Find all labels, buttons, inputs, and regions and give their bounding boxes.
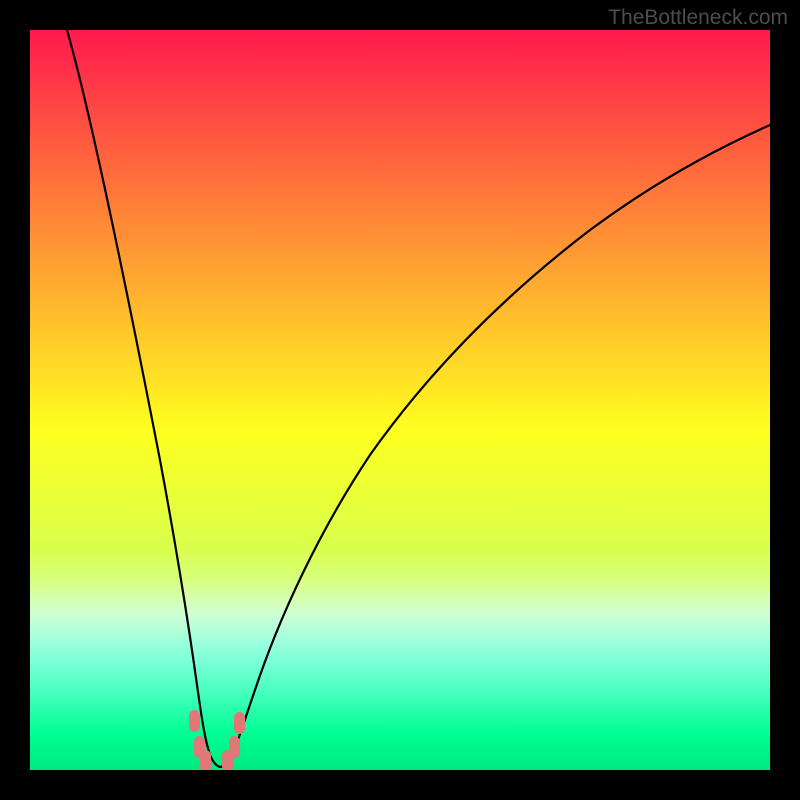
bottleneck-curve bbox=[67, 30, 770, 767]
marker-group bbox=[189, 710, 245, 770]
curve-svg bbox=[30, 30, 770, 770]
attribution-text: TheBottleneck.com bbox=[608, 6, 788, 30]
marker-dot bbox=[200, 750, 211, 770]
plot-area bbox=[30, 30, 770, 770]
marker-dot bbox=[234, 712, 245, 734]
marker-dot bbox=[229, 736, 240, 758]
chart-container: TheBottleneck.com bbox=[0, 0, 800, 800]
marker-dot bbox=[189, 710, 200, 732]
